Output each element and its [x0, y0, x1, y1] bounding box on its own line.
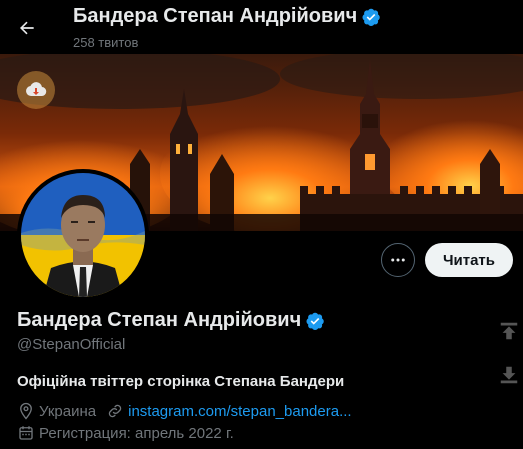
scroll-down-button[interactable] [498, 364, 520, 386]
top-bar: Бандера Степан Андрійович 258 твитов [0, 0, 523, 54]
arrow-up-icon [500, 322, 518, 340]
more-options-button[interactable] [381, 243, 415, 277]
profile-joined: Регистрация: апрель 2022 г. [39, 424, 234, 442]
tweet-count: 258 твитов [73, 35, 139, 50]
profile-joined-row: Регистрация: апрель 2022 г. [17, 424, 234, 442]
verified-badge-icon [362, 8, 380, 26]
avatar[interactable] [17, 169, 149, 301]
header-title: Бандера Степан Андрійович [73, 5, 381, 28]
profile-link[interactable]: instagram.com/stepan_bandera... [128, 403, 351, 420]
more-horizontal-icon [391, 258, 405, 262]
verified-badge-icon [306, 312, 324, 330]
profile-page: Бандера Степан Андрійович 258 твитов Чит… [0, 0, 523, 449]
profile-bio: Офіційна твіттер сторінка Степана Бандер… [17, 373, 345, 390]
link-icon [108, 404, 122, 418]
profile-handle: @StepanOfficial [17, 336, 126, 353]
cloud-download-icon [26, 82, 47, 97]
scroll-up-button[interactable] [498, 320, 520, 342]
avatar-image [21, 173, 145, 297]
arrow-left-icon [20, 21, 34, 35]
header-name-text: Бандера Степан Андрійович [73, 5, 358, 27]
map-pin-icon [20, 402, 32, 420]
back-button[interactable] [11, 12, 43, 44]
profile-name: Бандера Степан Андрійович [17, 309, 325, 332]
profile-name-text: Бандера Степан Андрійович [17, 309, 302, 331]
profile-location: Украина [39, 402, 97, 420]
profile-meta-row: Украина instagram.com/stepan_bandera... [17, 402, 352, 420]
arrow-down-icon [500, 366, 518, 384]
cloud-download-button[interactable] [17, 71, 55, 109]
follow-button[interactable]: Читать [425, 243, 513, 277]
calendar-icon [19, 426, 33, 440]
